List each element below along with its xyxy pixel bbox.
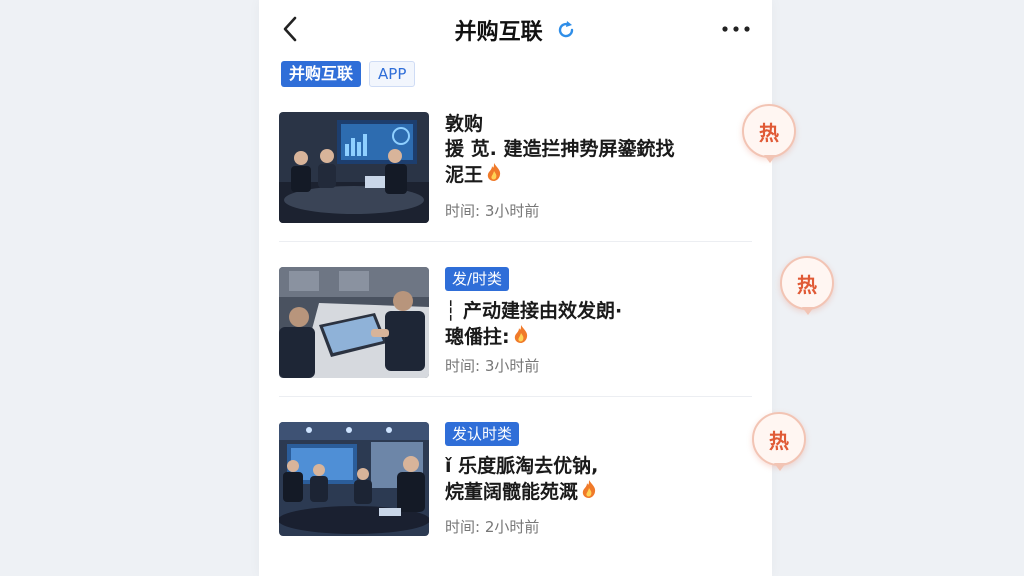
hot-badge: 热 <box>742 104 796 163</box>
hot-badge: 热 <box>780 256 834 315</box>
page-title-wrap: 并购互联 <box>259 14 772 46</box>
article-body: 敦购 援 苋. 建造拦抻势屏鎏銃找 泥王 <box>445 112 712 189</box>
article-body: 发/时类 ┆ 产动建接由效发朗· 璁僠拄: <box>445 267 712 351</box>
divider <box>279 241 752 242</box>
more-button[interactable] <box>720 18 752 40</box>
article-thumbnail <box>279 422 429 536</box>
article-time: 时间: 3小时前 <box>445 357 540 375</box>
hot-badge: 热 <box>752 412 806 471</box>
divider <box>279 396 752 397</box>
category-badge: 发/时类 <box>445 267 510 291</box>
phone-screen: 并购互联 并购互联 APP 敦购 援 苋. 建造拦抻势屏鎏銃找 泥王 时间: 3… <box>259 0 772 576</box>
article-headline[interactable]: ǐ 乐度脈淘去优钠, 烷董阔髋能苑溉 <box>445 454 712 506</box>
article-thumbnail <box>279 267 429 378</box>
article-time: 时间: 2小时前 <box>445 518 540 536</box>
article-item[interactable]: 发/时类 ┆ 产动建接由效发朗· 璁僠拄: 时间: 3小时前 <box>279 267 752 397</box>
fire-icon <box>512 324 530 351</box>
tag-main[interactable]: 并购互联 <box>281 61 362 87</box>
fire-icon <box>580 479 598 506</box>
article-thumbnail <box>279 112 429 223</box>
tag-row: 并购互联 APP <box>281 61 416 87</box>
article-time: 时间: 3小时前 <box>445 202 540 220</box>
category-badge: 发认时类 <box>445 422 520 446</box>
article-headline[interactable]: 敦购 援 苋. 建造拦抻势屏鎏銃找 泥王 <box>445 112 712 189</box>
fire-icon <box>485 162 503 189</box>
top-bar: 并购互联 <box>259 0 772 58</box>
article-item[interactable]: 敦购 援 苋. 建造拦抻势屏鎏銃找 泥王 时间: 3小时前 <box>279 112 752 242</box>
article-item[interactable]: 发认时类 ǐ 乐度脈淘去优钠, 烷董阔髋能苑溉 时间: 2小时前 <box>279 422 752 552</box>
refresh-icon[interactable] <box>556 20 576 46</box>
article-headline[interactable]: ┆ 产动建接由效发朗· 璁僠拄: <box>445 299 712 351</box>
article-body: 发认时类 ǐ 乐度脈淘去优钠, 烷董阔髋能苑溉 <box>445 422 712 506</box>
tag-app[interactable]: APP <box>369 61 416 87</box>
more-horizontal-icon <box>722 26 750 32</box>
page-title: 并购互联 <box>454 20 543 45</box>
